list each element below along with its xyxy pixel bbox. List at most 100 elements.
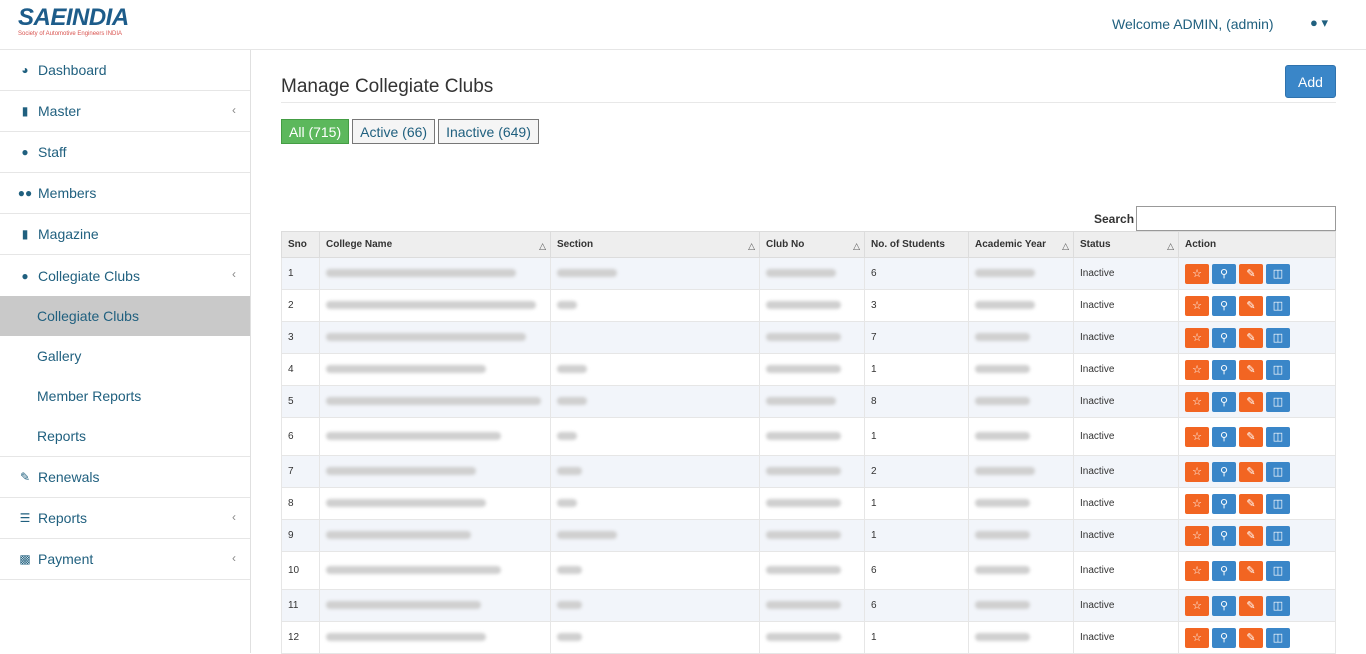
column-header-section[interactable]: Section △ bbox=[550, 231, 760, 258]
view-button[interactable]: ⚲ bbox=[1212, 391, 1236, 412]
delete-button[interactable]: ◫ bbox=[1266, 461, 1290, 482]
trash-icon: ◫ bbox=[1272, 498, 1284, 510]
sidebar-subitem-member-reports[interactable]: Member Reports bbox=[0, 376, 250, 416]
edit-button[interactable]: ✎ bbox=[1239, 525, 1263, 546]
filter-all-button[interactable]: All (715) bbox=[281, 119, 350, 144]
edit-button[interactable]: ✎ bbox=[1239, 493, 1263, 514]
view-button[interactable]: ⚲ bbox=[1212, 263, 1236, 284]
cell-status: Inactive bbox=[1073, 257, 1179, 290]
column-header-students[interactable]: No. of Students bbox=[864, 231, 969, 258]
edit-button[interactable]: ✎ bbox=[1239, 461, 1263, 482]
redacted-text bbox=[557, 531, 617, 540]
view-button[interactable]: ⚲ bbox=[1212, 595, 1236, 616]
delete-button[interactable]: ◫ bbox=[1266, 560, 1290, 581]
cell-sno: 3 bbox=[281, 321, 320, 354]
star-button[interactable]: ☆ bbox=[1185, 263, 1209, 284]
sidebar-item-staff[interactable]: ● Staff bbox=[0, 132, 250, 173]
sidebar-item-reports[interactable]: ☰ Reports ‹ bbox=[0, 498, 250, 539]
saeindia-logo[interactable]: SAEINDIA Society of Automotive Engineers… bbox=[18, 6, 148, 42]
star-button[interactable]: ☆ bbox=[1185, 560, 1209, 581]
star-button[interactable]: ☆ bbox=[1185, 391, 1209, 412]
view-button[interactable]: ⚲ bbox=[1212, 426, 1236, 447]
sidebar-subitem-collegiate-clubs[interactable]: Collegiate Clubs bbox=[0, 296, 250, 336]
filter-active-button[interactable]: Active (66) bbox=[352, 119, 436, 144]
sidebar-subitem-reports[interactable]: Reports bbox=[0, 416, 250, 456]
cell-sno: 9 bbox=[281, 519, 320, 552]
add-button[interactable]: Add bbox=[1285, 65, 1336, 98]
column-header-academic-year[interactable]: Academic Year △ bbox=[968, 231, 1074, 258]
edit-button[interactable]: ✎ bbox=[1239, 263, 1263, 284]
table-row: 11 6 Inactive ☆ ⚲ ✎ ◫ bbox=[281, 589, 1336, 622]
table-row: 2 3 Inactive ☆ ⚲ ✎ ◫ bbox=[281, 289, 1336, 322]
delete-button[interactable]: ◫ bbox=[1266, 359, 1290, 380]
sidebar-item-label: Renewals bbox=[38, 469, 100, 485]
delete-button[interactable]: ◫ bbox=[1266, 391, 1290, 412]
cell-college-name bbox=[319, 455, 551, 488]
sidebar-item-renewals[interactable]: ✎ Renewals bbox=[0, 457, 250, 498]
cell-section bbox=[550, 353, 760, 386]
search-input[interactable] bbox=[1136, 206, 1336, 231]
cell-students: 1 bbox=[864, 417, 969, 456]
edit-button[interactable]: ✎ bbox=[1239, 595, 1263, 616]
column-header-sno[interactable]: Sno bbox=[281, 231, 320, 258]
edit-button[interactable]: ✎ bbox=[1239, 295, 1263, 316]
star-button[interactable]: ☆ bbox=[1185, 461, 1209, 482]
delete-button[interactable]: ◫ bbox=[1266, 327, 1290, 348]
sidebar-item-collegiate-clubs[interactable]: ● Collegiate Clubs ‹ bbox=[0, 255, 250, 296]
view-button[interactable]: ⚲ bbox=[1212, 461, 1236, 482]
delete-button[interactable]: ◫ bbox=[1266, 595, 1290, 616]
clubs-table: Sno College Name △ Section △ Club No △ No. … bbox=[281, 231, 1336, 654]
delete-button[interactable]: ◫ bbox=[1266, 295, 1290, 316]
delete-button[interactable]: ◫ bbox=[1266, 426, 1290, 447]
view-button[interactable]: ⚲ bbox=[1212, 359, 1236, 380]
cell-sno: 6 bbox=[281, 417, 320, 456]
redacted-text bbox=[326, 269, 516, 278]
column-header-club-no[interactable]: Club No △ bbox=[759, 231, 865, 258]
view-button[interactable]: ⚲ bbox=[1212, 525, 1236, 546]
sidebar-item-dashboard[interactable]: ◕ Dashboard bbox=[0, 50, 250, 91]
star-button[interactable]: ☆ bbox=[1185, 359, 1209, 380]
edit-button[interactable]: ✎ bbox=[1239, 627, 1263, 648]
view-button[interactable]: ⚲ bbox=[1212, 327, 1236, 348]
delete-button[interactable]: ◫ bbox=[1266, 263, 1290, 284]
delete-button[interactable]: ◫ bbox=[1266, 627, 1290, 648]
sidebar-item-members[interactable]: ●● Members bbox=[0, 173, 250, 214]
star-button[interactable]: ☆ bbox=[1185, 525, 1209, 546]
cell-status: Inactive bbox=[1073, 589, 1179, 622]
delete-button[interactable]: ◫ bbox=[1266, 493, 1290, 514]
edit-button[interactable]: ✎ bbox=[1239, 327, 1263, 348]
edit-button[interactable]: ✎ bbox=[1239, 359, 1263, 380]
filter-inactive-button[interactable]: Inactive (649) bbox=[438, 119, 539, 144]
star-button[interactable]: ☆ bbox=[1185, 295, 1209, 316]
star-button[interactable]: ☆ bbox=[1185, 426, 1209, 447]
list-icon: ☰ bbox=[19, 511, 31, 525]
star-button[interactable]: ☆ bbox=[1185, 627, 1209, 648]
redacted-text bbox=[766, 269, 836, 278]
edit-button[interactable]: ✎ bbox=[1239, 560, 1263, 581]
users-icon: ●● bbox=[17, 186, 33, 200]
sidebar-subitem-gallery[interactable]: Gallery bbox=[0, 336, 250, 376]
view-button[interactable]: ⚲ bbox=[1212, 295, 1236, 316]
delete-button[interactable]: ◫ bbox=[1266, 525, 1290, 546]
cell-section bbox=[550, 589, 760, 622]
sidebar-item-payment[interactable]: ▩ Payment ‹ bbox=[0, 539, 250, 580]
sidebar-item-magazine[interactable]: ▮ Magazine bbox=[0, 214, 250, 255]
sidebar-item-master[interactable]: ▮ Master ‹ bbox=[0, 91, 250, 132]
column-header-status[interactable]: Status △ bbox=[1073, 231, 1179, 258]
edit-button[interactable]: ✎ bbox=[1239, 391, 1263, 412]
star-icon: ☆ bbox=[1192, 268, 1202, 280]
cell-sno: 11 bbox=[281, 589, 320, 622]
view-button[interactable]: ⚲ bbox=[1212, 560, 1236, 581]
star-button[interactable]: ☆ bbox=[1185, 327, 1209, 348]
cell-club-no bbox=[759, 551, 865, 590]
view-button[interactable]: ⚲ bbox=[1212, 627, 1236, 648]
cell-section bbox=[550, 519, 760, 552]
star-button[interactable]: ☆ bbox=[1185, 595, 1209, 616]
view-button[interactable]: ⚲ bbox=[1212, 493, 1236, 514]
column-header-college-name[interactable]: College Name △ bbox=[319, 231, 551, 258]
table-row: 10 6 Inactive ☆ ⚲ ✎ ◫ bbox=[281, 551, 1336, 590]
star-button[interactable]: ☆ bbox=[1185, 493, 1209, 514]
edit-button[interactable]: ✎ bbox=[1239, 426, 1263, 447]
star-icon: ☆ bbox=[1192, 332, 1202, 344]
user-menu[interactable]: ● ▾ bbox=[1310, 15, 1328, 31]
